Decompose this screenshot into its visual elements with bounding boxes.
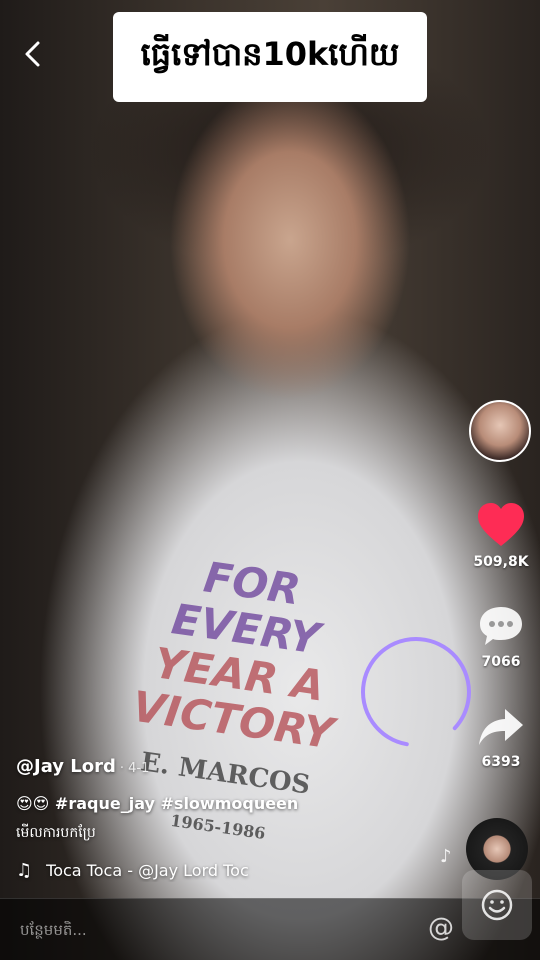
post-description: 😍😍 #raque_jay #slowmoqueen [16, 794, 299, 813]
smiley-icon [481, 889, 513, 921]
comment-count: 7066 [481, 654, 521, 670]
post-username[interactable]: @Jay Lord · 4-1 [16, 756, 149, 777]
music-ticker[interactable]: ♫ Toca Toca - @Jay Lord Toc [16, 858, 316, 882]
share-button[interactable]: 6393 [468, 706, 534, 770]
share-count: 6393 [481, 754, 521, 770]
comment-input[interactable] [0, 899, 420, 960]
emoji-button[interactable] [462, 870, 532, 940]
chevron-left-icon [25, 41, 40, 67]
comment-bar: @ [0, 898, 540, 960]
like-button[interactable]: 509,8K [468, 502, 534, 570]
post-date: · 4-1 [119, 761, 150, 776]
see-translation-link[interactable]: មើលការបកប្រែ [16, 823, 96, 844]
back-button[interactable] [14, 36, 50, 72]
mention-button[interactable]: @ [428, 913, 454, 943]
loading-spinner [361, 637, 471, 747]
heart-icon [478, 503, 524, 546]
music-note-icon: ♫ [16, 859, 33, 881]
comment-button[interactable]: 7066 [468, 604, 534, 670]
like-count: 509,8K [473, 554, 529, 570]
creator-avatar[interactable] [469, 400, 531, 462]
floating-music-note-icon: ♪ [440, 846, 452, 867]
comment-bubble-icon [480, 607, 522, 645]
share-arrow-icon [479, 709, 523, 745]
overlay-caption: ធ្វើទៅបាន10kហើយ [113, 12, 427, 102]
music-title: Toca Toca - @Jay Lord Toc [46, 860, 249, 880]
